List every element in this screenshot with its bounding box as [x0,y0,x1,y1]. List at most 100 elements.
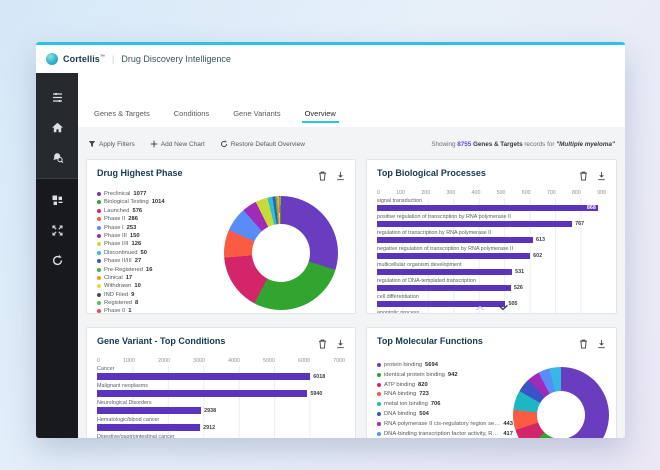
bar[interactable] [377,221,572,227]
alerts-search-icon[interactable] [46,146,68,168]
axis-tick: 3000 [193,358,205,364]
record-count: 8755 [457,141,471,148]
axis-tick: 5000 [263,358,275,364]
bar[interactable] [97,373,310,380]
search-query: "Multiple myeloma" [556,141,615,148]
axis-tick: 6000 [298,358,310,364]
download-icon[interactable] [597,336,606,354]
bar[interactable] [377,237,533,243]
legend-color-dot [97,251,101,255]
card-gene-variant-top-conditions: Gene Variant - Top Conditions [86,327,356,438]
bar[interactable] [377,269,512,275]
card-top-molecular-functions: Top Molecular Functions [366,327,617,438]
legend-item: RNA polymerase II cis-regulatory region … [377,421,513,427]
trash-icon[interactable] [318,168,327,186]
menu-icon[interactable] [46,86,68,108]
legend-item: Preclinical 1077 [97,191,217,197]
sidebar [36,73,78,438]
bar[interactable] [377,205,598,211]
legend-item: Withdrawn 10 [97,283,217,289]
axis-tick: 0 [97,358,100,364]
legend-item: Biological Testing 1014 [97,199,217,205]
legend-color-dot [377,383,381,387]
legend-item: identical protein binding 942 [377,372,513,378]
card-drug-highest-phase: Drug Highest Phase [86,159,356,314]
axis-tick: 0 [377,190,380,196]
axis-tick: 700 [547,190,556,196]
legend-item: DNA-binding transcription factor activit… [377,431,513,437]
results-summary: Showing 8755 Genes & Targets records for… [431,141,615,148]
bar-row: Hematologic/blood cancer 2912 [97,417,345,431]
add-new-chart-button[interactable]: Add New Chart [150,140,205,148]
expand-icon[interactable] [46,219,68,241]
card-title: Drug Highest Phase [97,168,183,178]
bar-row: multicellular organism development 531 [377,262,606,275]
axis-tick: 300 [446,190,455,196]
tab[interactable]: Conditions [174,109,209,127]
legend-item: metal ion binding 706 [377,401,513,407]
bar[interactable] [97,390,307,397]
bar-row: signal transduction 868 [377,198,606,211]
legend: Preclinical 1077 Biological Testing 1014 [97,191,217,314]
axis-tick: 900 [597,190,606,196]
legend-color-dot [97,242,101,246]
home-icon[interactable] [46,116,68,138]
app-window: Cortellis™ | Drug Discovery Intelligence [36,42,625,438]
bar-row: Digestive/gastrointestinal cancer 2617 [97,434,345,438]
sidebar-top-section [36,73,78,179]
axis-tick: 7000 [333,358,345,364]
legend-item: Phase I 253 [97,225,217,231]
chevron-up-icon[interactable] [475,305,484,311]
download-icon[interactable] [336,336,345,354]
bar-chart-top-biological-processes: 0100200300400500600700800900 signal tran… [377,190,606,314]
legend-color-dot [97,309,101,313]
legend-color-dot [377,363,381,367]
restore-icon [220,140,228,148]
tab[interactable]: Gene Variants [233,109,280,127]
legend-color-dot [97,293,101,297]
plot-area: Cancer 6018 Malignant neoplasms [97,366,345,438]
chevron-down-icon[interactable] [497,304,508,311]
header-separator: | [112,54,114,64]
axis-tick: 200 [421,190,430,196]
restore-default-overview-button[interactable]: Restore Default Overview [220,140,305,148]
toolbar: Apply Filters Add New Chart Restore Defa… [88,135,615,153]
sync-icon[interactable] [46,249,68,271]
apply-filters-button[interactable]: Apply Filters [88,140,135,148]
legend-item: protein binding 5694 [377,362,513,368]
main-area: Genes & Targets Conditions Gene Variants… [78,73,625,438]
axis-tick: 400 [472,190,481,196]
bar[interactable] [377,285,511,291]
download-icon[interactable] [336,168,345,186]
sidebar-bottom-section [36,179,78,275]
legend: protein binding 5694 identical protein b… [377,362,513,438]
legend-color-dot [97,192,101,196]
download-icon[interactable] [597,168,606,186]
bar-row: Neurological Disorders 2938 [97,400,345,414]
tab[interactable]: Genes & Targets [94,109,150,127]
dashboard-icon[interactable] [46,189,68,211]
legend-color-dot [377,422,381,426]
trash-icon[interactable] [318,336,327,354]
plus-icon [150,140,158,148]
donut-chart-drug-highest-phase[interactable] [224,196,338,310]
bar[interactable] [377,253,530,259]
trash-icon[interactable] [579,336,588,354]
legend-item: Phase II 286 [97,216,217,222]
cortellis-logo-icon [46,53,58,65]
legend-color-dot [377,373,381,377]
axis-tick: 800 [572,190,581,196]
axis-tick: 600 [522,190,531,196]
tab[interactable]: Overview [305,109,336,127]
legend-item: Phase 0 1 [97,308,217,314]
tab-bar: Genes & Targets Conditions Gene Variants… [78,73,625,127]
filter-icon [88,140,96,148]
bar[interactable] [97,424,200,431]
legend-color-dot [97,268,101,272]
legend-color-dot [377,402,381,406]
trash-icon[interactable] [579,168,588,186]
axis-tick: 500 [497,190,506,196]
bar-row: positive regulation of transcription by … [377,214,606,227]
bar[interactable] [97,407,201,414]
donut-chart-top-molecular-functions[interactable] [513,367,609,438]
